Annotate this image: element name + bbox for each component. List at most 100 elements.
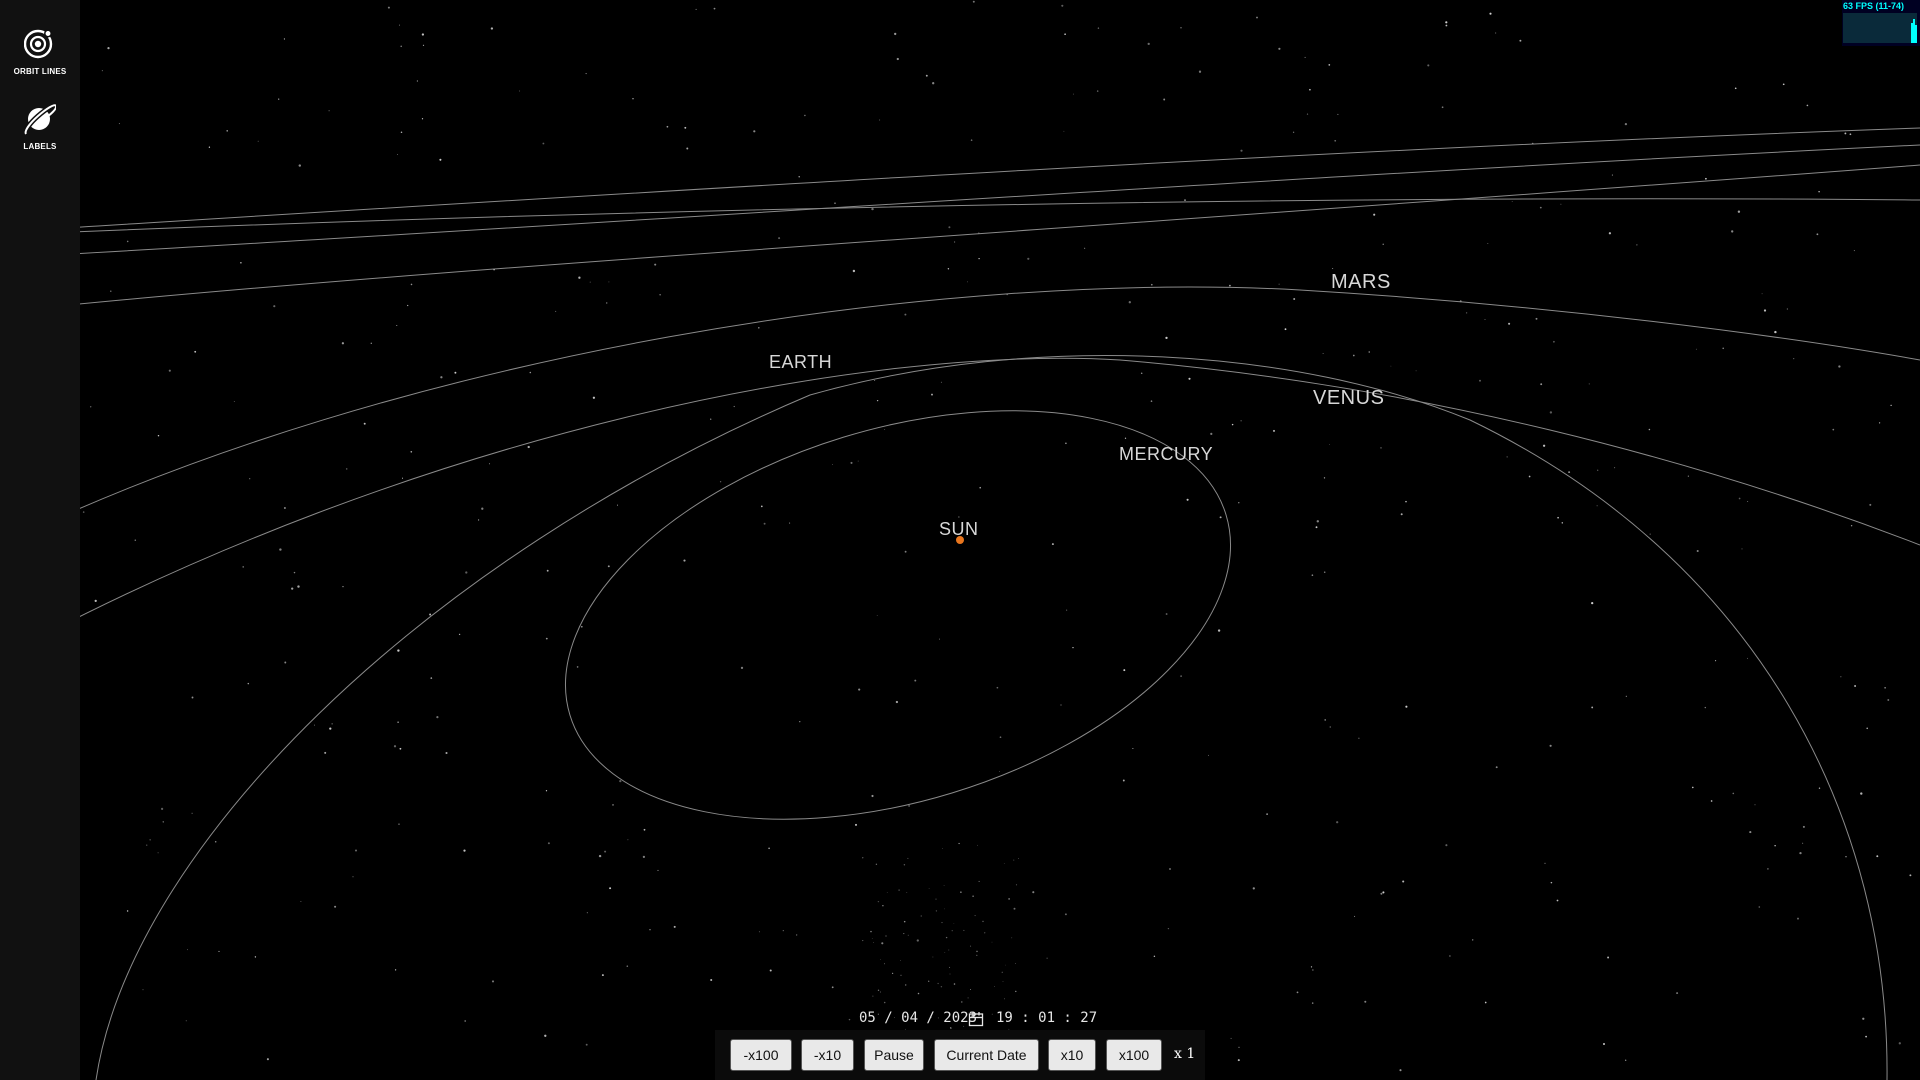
star xyxy=(1844,132,1847,135)
pause-button[interactable]: Pause xyxy=(864,1039,924,1071)
star xyxy=(1278,47,1281,50)
space-scene[interactable] xyxy=(0,0,1920,1080)
star xyxy=(1869,503,1872,506)
planet-label-sun[interactable]: SUN xyxy=(939,519,979,540)
star xyxy=(1293,298,1296,300)
planet-label-earth[interactable]: EARTH xyxy=(769,352,832,373)
forward-x10-button[interactable]: x10 xyxy=(1048,1039,1096,1071)
time-field[interactable]: 19 : 01 : 27 xyxy=(996,1010,1097,1026)
star xyxy=(589,281,591,283)
star xyxy=(397,721,399,723)
star xyxy=(1767,868,1769,870)
star xyxy=(1799,851,1802,855)
star xyxy=(763,522,766,525)
star xyxy=(941,922,943,924)
star xyxy=(903,864,906,866)
star xyxy=(354,849,358,852)
orbit-lines xyxy=(0,127,1920,1080)
star xyxy=(1128,301,1131,304)
star xyxy=(982,920,984,923)
star xyxy=(932,956,934,958)
star xyxy=(1306,113,1309,115)
star xyxy=(1312,969,1314,971)
star xyxy=(1002,980,1004,982)
star xyxy=(1096,90,1099,92)
star xyxy=(695,8,697,10)
orbit-lines-toggle[interactable]: ORBIT LINES xyxy=(0,26,80,88)
mars-orbit xyxy=(0,286,1920,546)
star xyxy=(249,478,251,480)
star xyxy=(984,932,986,934)
star xyxy=(1304,56,1306,58)
star xyxy=(142,989,144,991)
forward-x100-button[interactable]: x100 xyxy=(1106,1039,1162,1071)
star xyxy=(758,327,760,329)
star xyxy=(393,745,397,748)
star xyxy=(1607,956,1610,959)
current-date-button[interactable]: Current Date xyxy=(934,1039,1039,1071)
star xyxy=(1405,500,1407,503)
star xyxy=(994,986,996,987)
star xyxy=(609,887,612,890)
star xyxy=(1556,899,1559,902)
star xyxy=(948,226,951,229)
star xyxy=(873,942,874,944)
star xyxy=(1535,317,1538,320)
star xyxy=(429,613,432,616)
star xyxy=(1150,400,1153,402)
star xyxy=(1484,318,1486,321)
planet-label-mercury[interactable]: MERCURY xyxy=(1119,444,1213,465)
star xyxy=(875,863,878,865)
star xyxy=(904,984,907,986)
star xyxy=(1597,469,1599,471)
star xyxy=(542,142,545,145)
star xyxy=(440,376,443,379)
star xyxy=(940,985,943,988)
solar-system-view[interactable]: MARS EARTH VENUS MERCURY SUN ORBIT LINES… xyxy=(0,0,1920,1080)
mercury-orbit xyxy=(565,410,1231,820)
star xyxy=(906,892,908,894)
star xyxy=(1064,913,1067,916)
star xyxy=(937,982,939,985)
star xyxy=(1806,104,1809,107)
star xyxy=(1737,210,1741,213)
star xyxy=(1862,1017,1865,1020)
labels-toggle[interactable]: LABELS xyxy=(0,101,80,163)
star xyxy=(941,847,943,849)
star xyxy=(527,445,530,449)
star xyxy=(1309,88,1311,91)
star xyxy=(1032,891,1035,894)
star xyxy=(1625,1059,1627,1061)
star xyxy=(1180,675,1182,677)
rewind-x10-button[interactable]: -x10 xyxy=(801,1039,854,1071)
star xyxy=(1782,83,1785,86)
star xyxy=(240,261,242,264)
planet-label-venus[interactable]: VENUS xyxy=(1313,387,1384,410)
calendar-icon[interactable] xyxy=(968,1011,984,1027)
star xyxy=(345,468,348,470)
star xyxy=(1539,206,1542,209)
planet-label-mars[interactable]: MARS xyxy=(1331,271,1391,294)
star xyxy=(284,661,287,664)
starfield xyxy=(82,0,1912,1072)
time-controls: -x100 -x10 Pause Current Date x10 x100 x… xyxy=(715,1030,1205,1080)
star xyxy=(804,114,806,117)
date-field[interactable]: 05 / 04 / 2023 xyxy=(859,1010,977,1026)
star xyxy=(1015,884,1018,886)
rewind-x100-button[interactable]: -x100 xyxy=(730,1039,792,1071)
star xyxy=(1003,998,1006,1000)
star xyxy=(1122,779,1125,782)
star xyxy=(1008,898,1010,900)
star xyxy=(1017,858,1019,859)
star xyxy=(879,119,881,121)
star xyxy=(1608,232,1612,235)
star xyxy=(970,139,973,141)
star xyxy=(1061,4,1064,7)
star xyxy=(963,1025,965,1027)
star xyxy=(882,904,884,907)
star xyxy=(1802,842,1804,844)
star xyxy=(397,154,398,155)
star xyxy=(958,842,960,845)
star xyxy=(1511,201,1513,203)
star xyxy=(903,933,905,935)
